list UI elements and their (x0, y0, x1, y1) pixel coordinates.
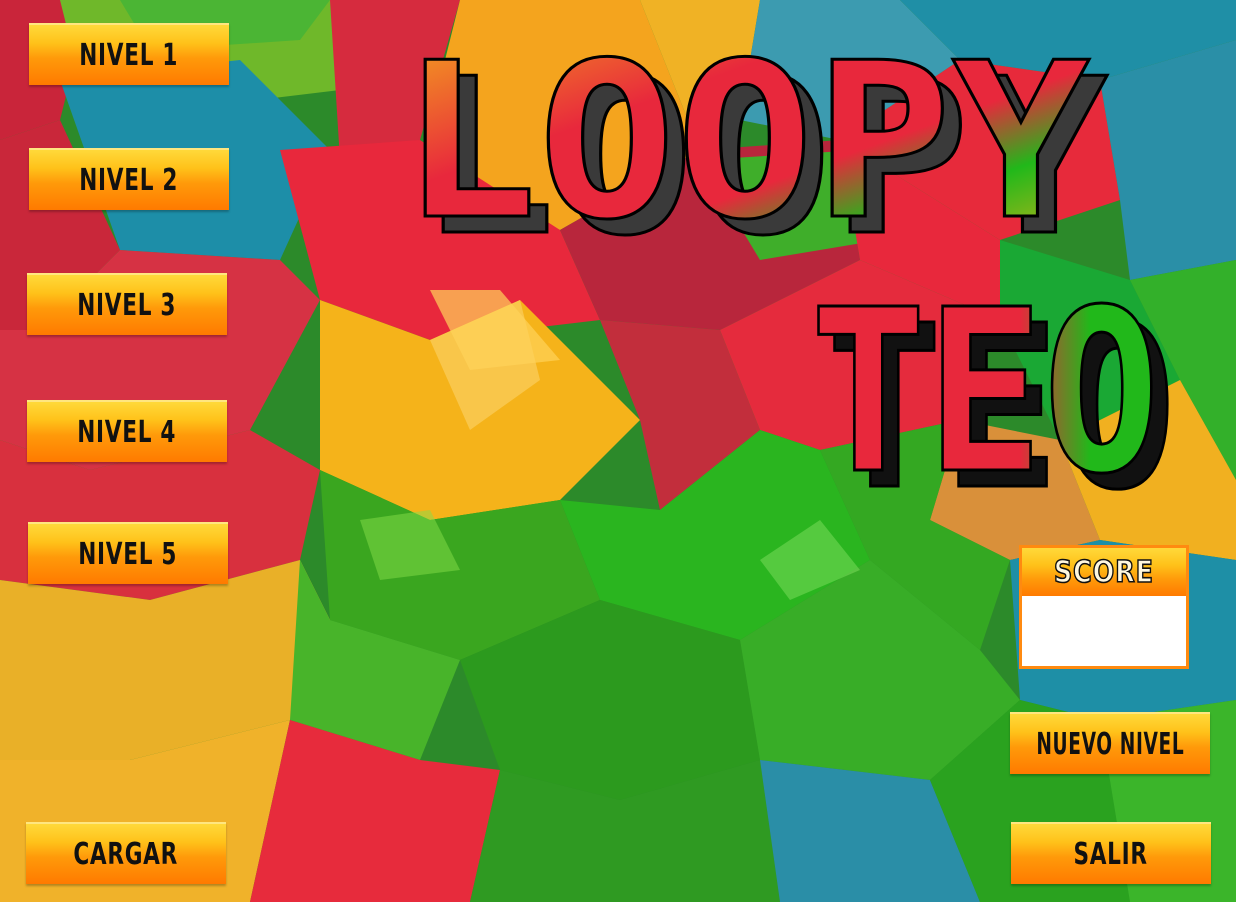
score-panel: SCORE (1019, 545, 1189, 669)
level-3-button[interactable]: NIVEL 3 (27, 273, 227, 335)
level-5-button[interactable]: NIVEL 5 (28, 522, 228, 584)
level-5-label: NIVEL 5 (78, 536, 178, 572)
level-3-label: NIVEL 3 (77, 287, 177, 323)
level-4-label: NIVEL 4 (77, 414, 177, 450)
exit-label: SALIR (1073, 836, 1149, 872)
load-button[interactable]: CARGAR (26, 822, 226, 884)
level-1-label: NIVEL 1 (79, 37, 179, 73)
level-2-label: NIVEL 2 (79, 162, 179, 198)
level-4-button[interactable]: NIVEL 4 (27, 400, 227, 462)
score-value (1026, 596, 1182, 662)
level-1-button[interactable]: NIVEL 1 (29, 23, 229, 85)
load-label: CARGAR (73, 836, 179, 872)
new-level-button[interactable]: NUEVO NIVEL (1010, 712, 1210, 774)
level-2-button[interactable]: NIVEL 2 (29, 148, 229, 210)
score-label-bar: SCORE (1022, 548, 1186, 596)
exit-button[interactable]: SALIR (1011, 822, 1211, 884)
new-level-label: NUEVO NIVEL (1036, 726, 1185, 762)
score-label: SCORE (1053, 554, 1155, 591)
